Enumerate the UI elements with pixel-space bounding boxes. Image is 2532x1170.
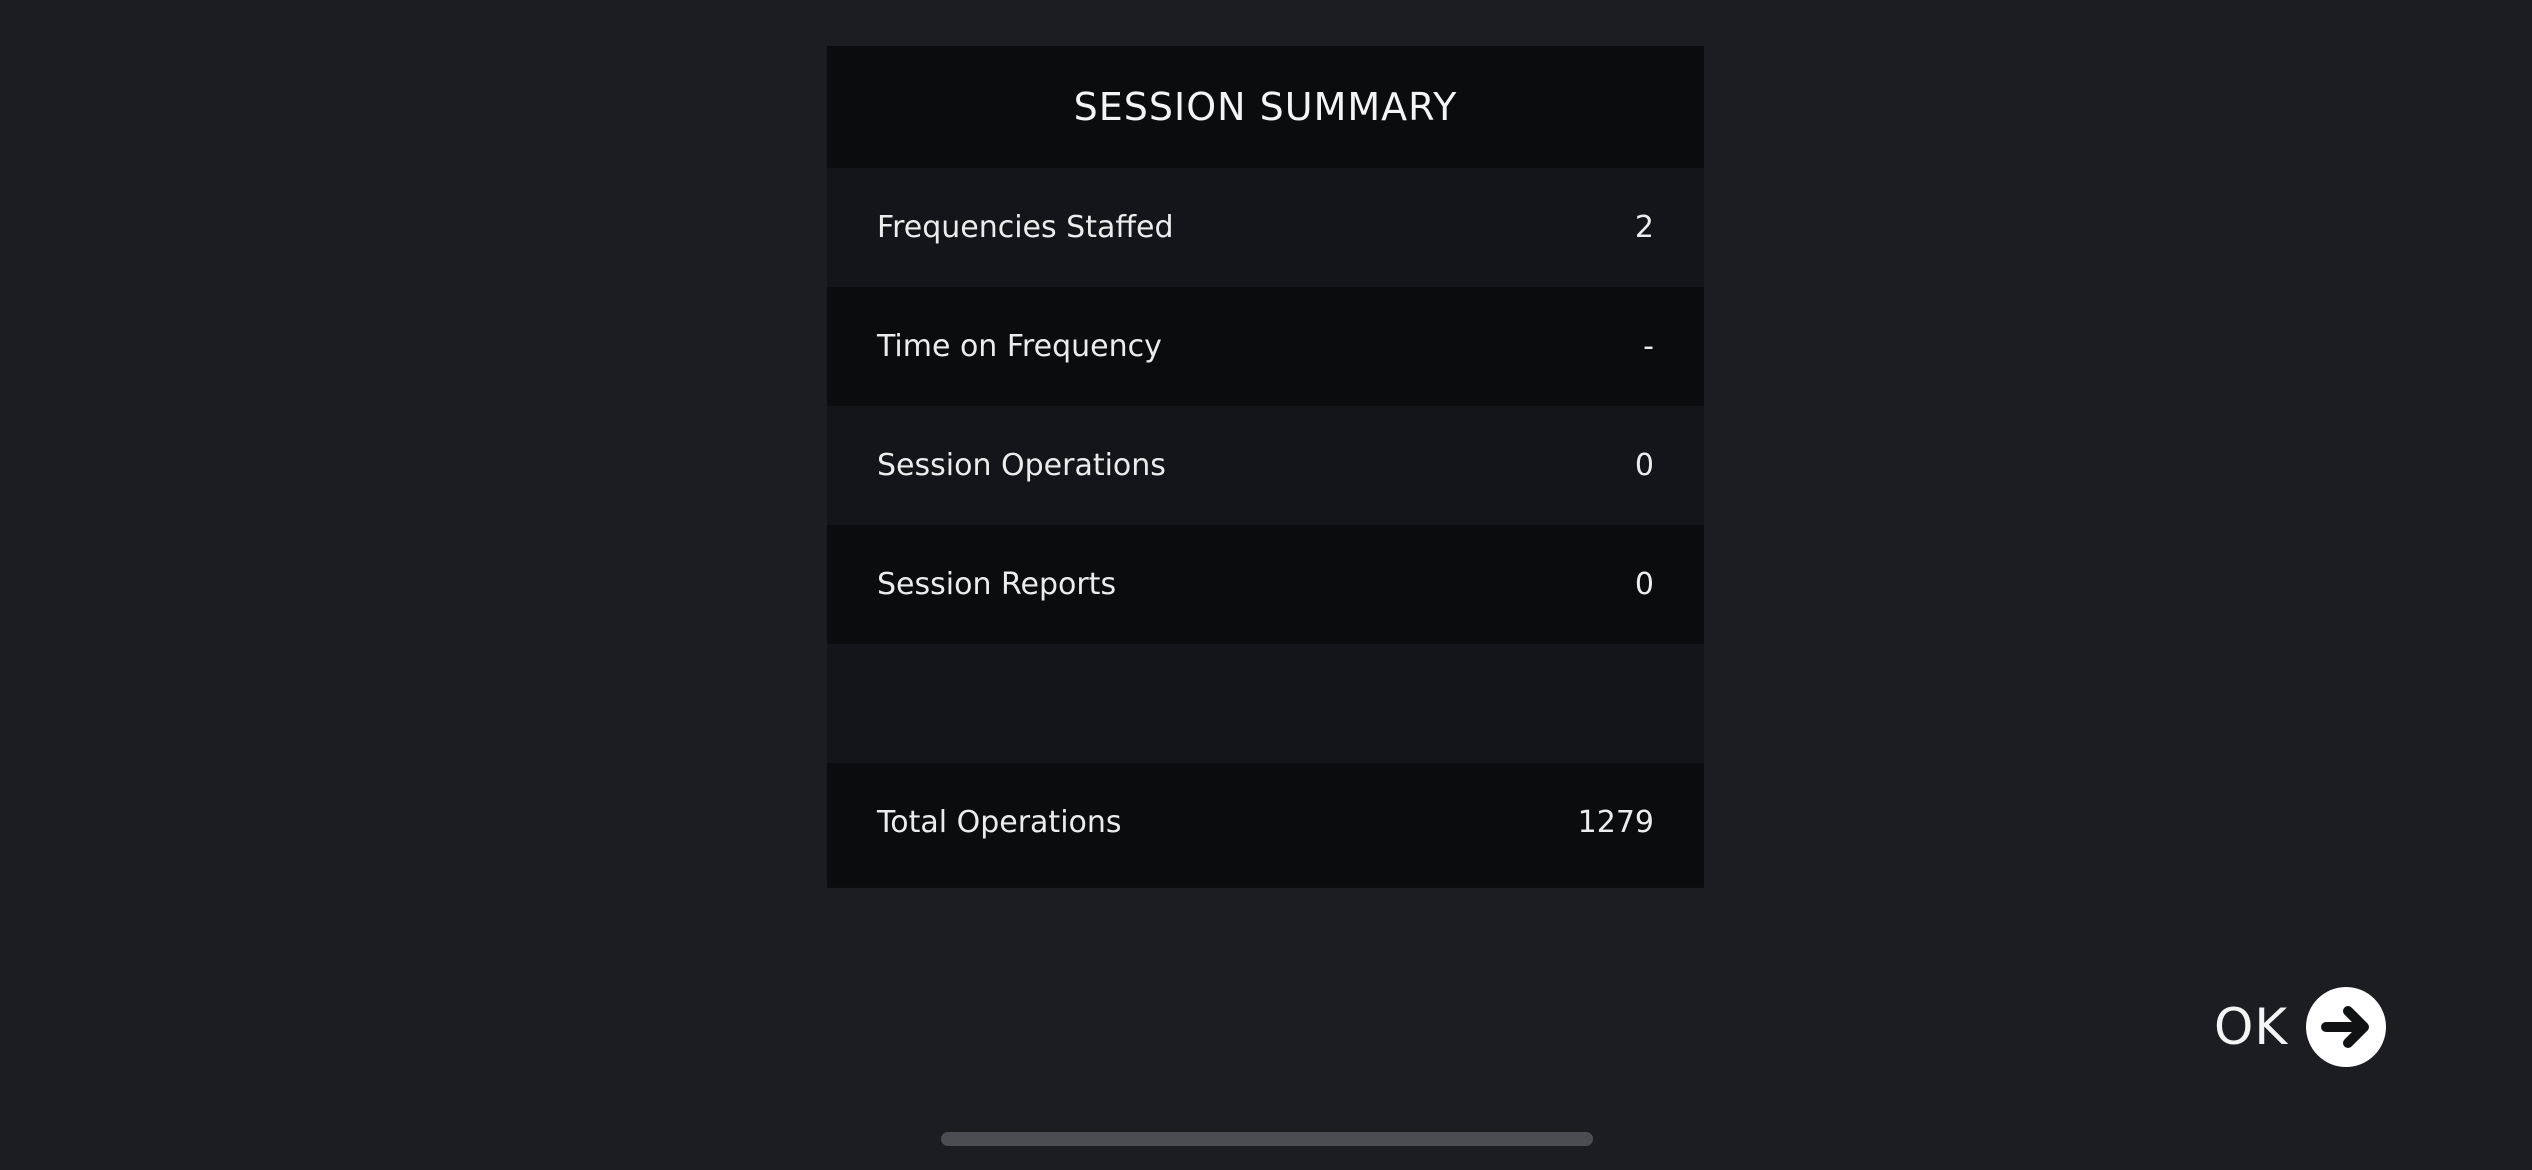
arrow-right-icon: [2321, 1006, 2370, 1048]
row-value: 0: [1634, 448, 1654, 483]
summary-row-session-reports: Session Reports 0: [827, 525, 1704, 644]
row-label: Session Operations: [877, 448, 1166, 483]
summary-row-total-operations: Total Operations 1279: [827, 763, 1704, 882]
summary-row-frequencies-staffed: Frequencies Staffed 2: [827, 168, 1704, 287]
arrow-right-circle-icon[interactable]: [2306, 987, 2387, 1067]
home-indicator[interactable]: [941, 1132, 1593, 1146]
row-value: 1279: [1577, 805, 1654, 840]
row-value: 2: [1634, 210, 1654, 245]
summary-row-time-on-frequency: Time on Frequency -: [827, 287, 1704, 406]
row-label: Frequencies Staffed: [877, 210, 1174, 245]
summary-row-session-operations: Session Operations 0: [827, 406, 1704, 525]
row-label: Total Operations: [877, 805, 1122, 840]
row-label: Session Reports: [877, 567, 1117, 602]
summary-spacer-row: [827, 644, 1704, 763]
row-value: -: [1643, 329, 1654, 364]
ok-button-label: OK: [2214, 998, 2289, 1056]
ok-button[interactable]: OK: [2214, 986, 2387, 1068]
row-value: 0: [1634, 567, 1654, 602]
session-summary-screen: SESSION SUMMARY Frequencies Staffed 2 Ti…: [0, 0, 2532, 1170]
session-summary-panel: SESSION SUMMARY Frequencies Staffed 2 Ti…: [827, 46, 1704, 888]
row-label: Time on Frequency: [877, 329, 1162, 364]
panel-title: SESSION SUMMARY: [827, 46, 1704, 168]
